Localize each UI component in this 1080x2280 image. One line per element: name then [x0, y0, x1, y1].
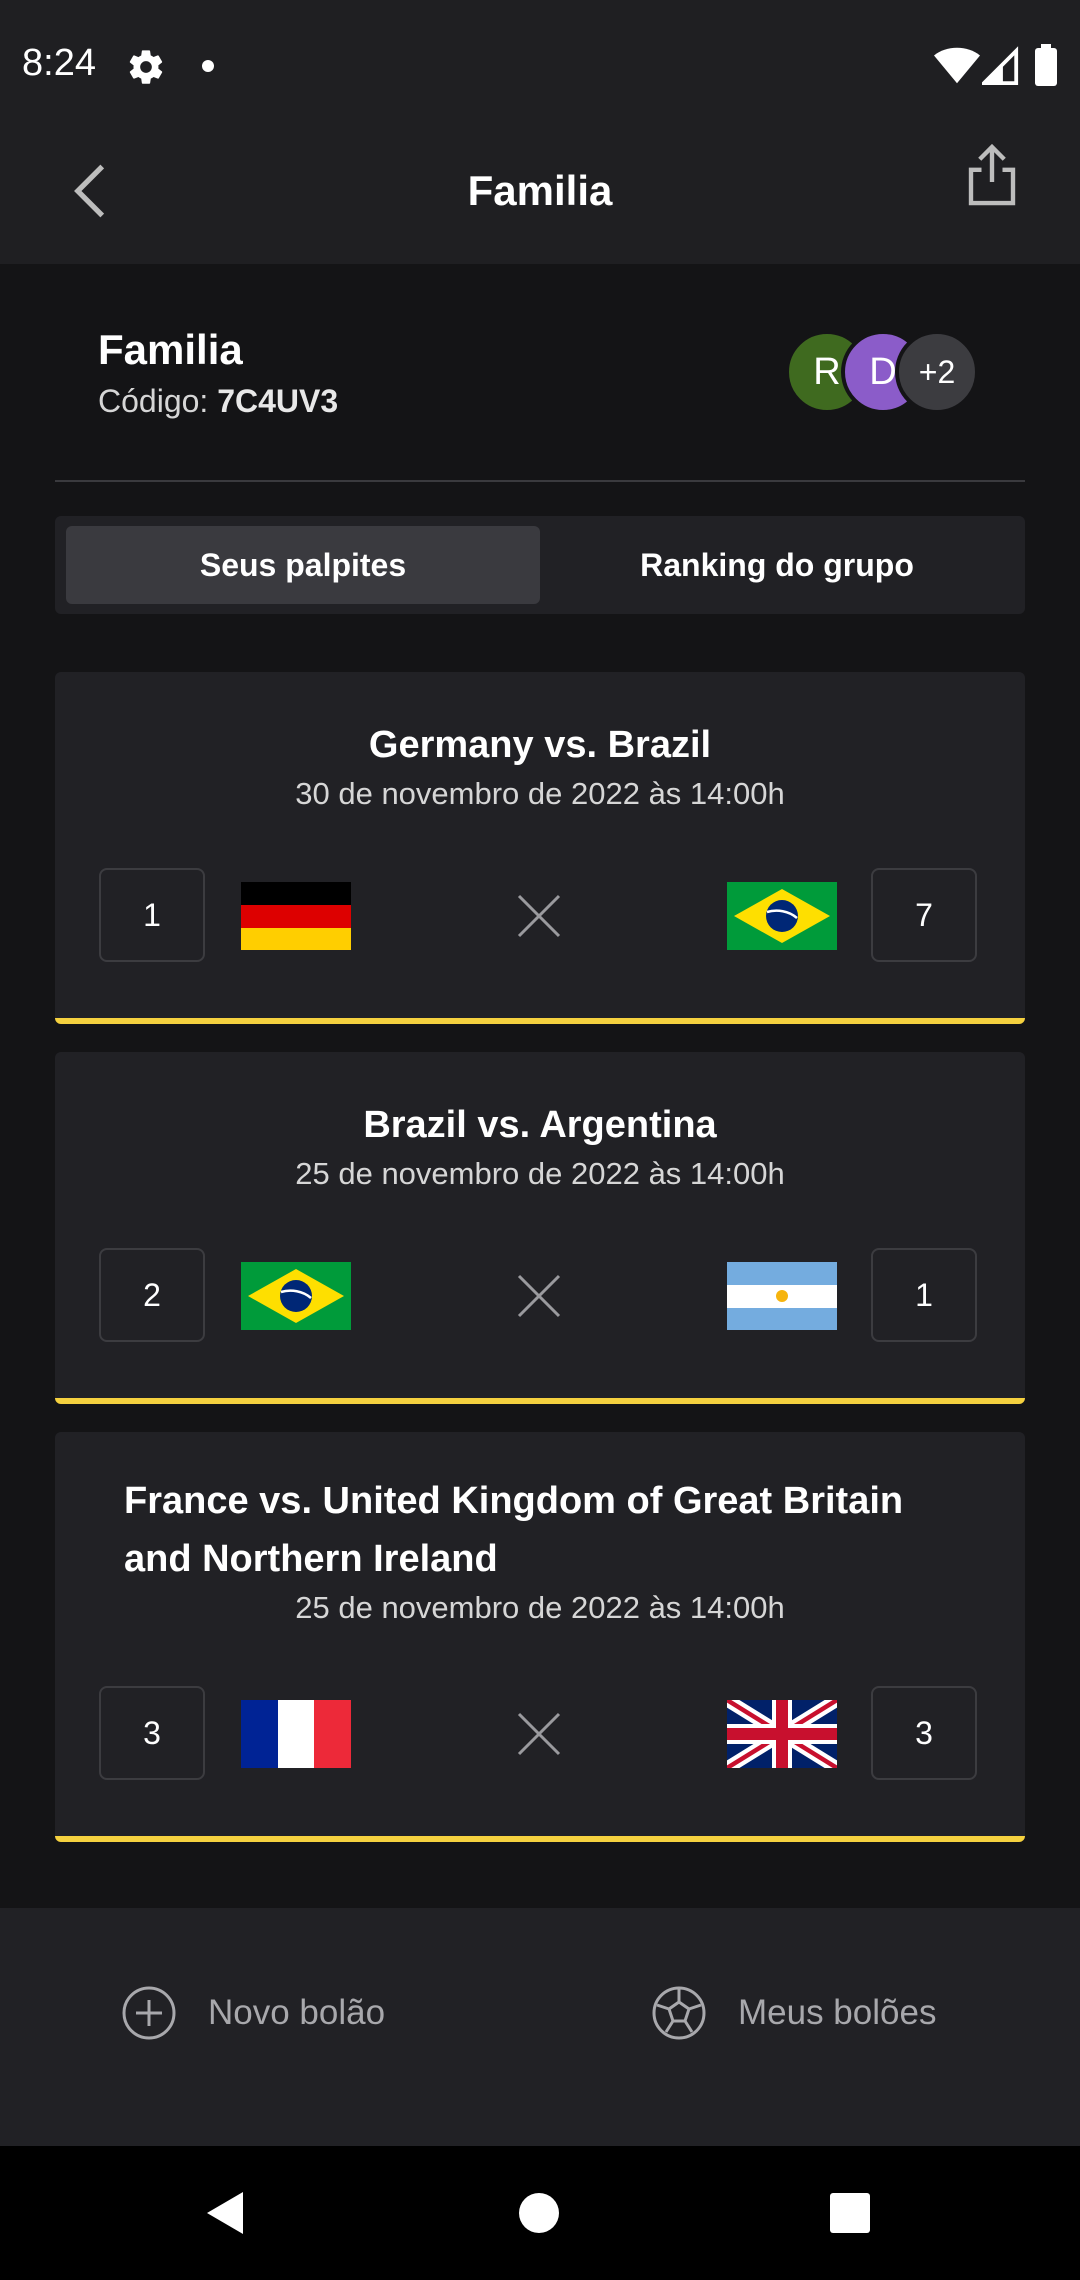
versus-x-icon [517, 894, 561, 938]
score-row: 3 3 [55, 1686, 1025, 1784]
status-bar: 8:24 [0, 0, 1080, 126]
my-pools-label: Meus bolões [738, 1993, 937, 2032]
bottom-navigation: Novo bolão Meus bolões [0, 1908, 1080, 2146]
system-back-icon[interactable] [205, 2190, 245, 2236]
match-title: Germany vs. Brazil [368, 724, 712, 766]
away-score-input[interactable]: 7 [871, 868, 977, 962]
system-home-icon[interactable] [518, 2192, 560, 2234]
page-title: Familia [467, 167, 613, 214]
match-title: Brazil vs. Argentina [363, 1104, 717, 1146]
my-pools-button[interactable]: Meus bolões [650, 1978, 936, 2048]
status-time: 8:24 [22, 42, 96, 84]
match-date: 25 de novembro de 2022 às 14:00h [295, 1156, 785, 1191]
settings-gear-icon [129, 50, 163, 84]
divider [55, 480, 1025, 482]
score-row: 1 7 [55, 868, 1025, 966]
group-code-label: Código: [98, 383, 209, 419]
system-navigation-bar [0, 2146, 1080, 2280]
new-pool-button[interactable]: Novo bolão [120, 1978, 385, 2048]
group-name: Familia [98, 326, 243, 373]
tab-bar: Seus palpites Ranking do grupo [55, 516, 1025, 614]
plus-circle-icon [122, 1986, 176, 2040]
match-card: France vs. United Kingdom of Great Brita… [55, 1432, 1025, 1842]
battery-icon [1035, 44, 1057, 86]
group-code-value: 7C4UV3 [217, 383, 339, 419]
match-title: France vs. United Kingdom of Great Brita… [124, 1480, 904, 1580]
away-score-input[interactable]: 1 [871, 1248, 977, 1342]
score-row: 2 1 [55, 1248, 1025, 1346]
home-score-input[interactable]: 2 [99, 1248, 205, 1342]
app-bar: Familia [0, 126, 1080, 264]
match-date: 25 de novembro de 2022 às 14:00h [295, 1590, 785, 1625]
brazil-flag-icon [241, 1262, 351, 1330]
tab-seus-palpites[interactable]: Seus palpites [66, 526, 540, 604]
match-card: Brazil vs. Argentina 25 de novembro de 2… [55, 1052, 1025, 1404]
home-score-input[interactable]: 3 [99, 1686, 205, 1780]
home-score-input[interactable]: 1 [99, 868, 205, 962]
germany-flag-icon [241, 882, 351, 950]
soccer-ball-icon [652, 1986, 706, 2040]
uk-flag-icon [727, 1700, 837, 1768]
member-avatars[interactable]: R D +2 [785, 330, 985, 414]
france-flag-icon [241, 1700, 351, 1768]
share-icon[interactable] [962, 140, 1022, 210]
group-code: Código: 7C4UV3 [98, 380, 338, 422]
versus-x-icon [517, 1274, 561, 1318]
brazil-flag-icon [727, 882, 837, 950]
wifi-icon [934, 47, 980, 84]
group-header: Familia Código: 7C4UV3 [98, 324, 338, 422]
notification-dot-icon [202, 60, 214, 72]
system-recents-icon[interactable] [829, 2192, 871, 2234]
cell-signal-icon [982, 46, 1019, 85]
match-date: 30 de novembro de 2022 às 14:00h [295, 776, 785, 811]
versus-x-icon [517, 1712, 561, 1756]
new-pool-label: Novo bolão [208, 1993, 386, 2032]
away-score-input[interactable]: 3 [871, 1686, 977, 1780]
argentina-flag-icon [727, 1262, 837, 1330]
match-card: Germany vs. Brazil 30 de novembro de 202… [55, 672, 1025, 1024]
avatar-more-count: +2 [895, 330, 979, 414]
group-content: Familia Código: 7C4UV3 R D +2 Seus palpi… [0, 264, 1080, 1908]
tab-ranking-do-grupo[interactable]: Ranking do grupo [540, 526, 1014, 604]
